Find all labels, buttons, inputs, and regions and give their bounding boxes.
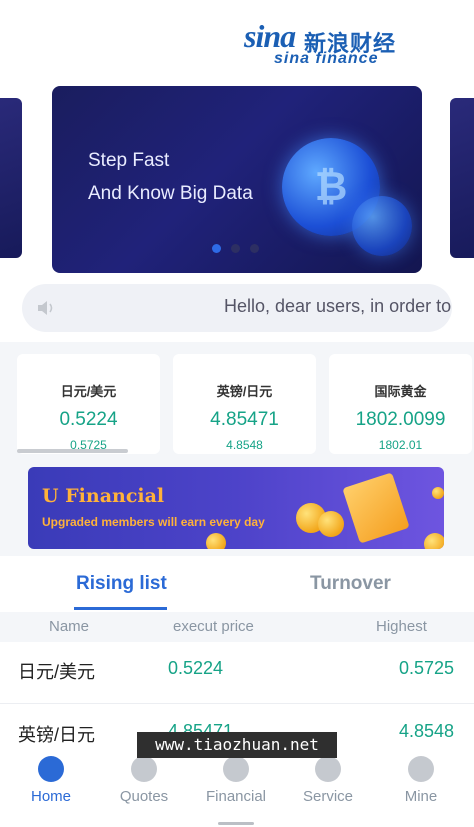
banner-carousel[interactable]: Step Fast And Know Big Data ₿ bbox=[0, 86, 474, 276]
banner-slide[interactable]: Step Fast And Know Big Data ₿ bbox=[52, 86, 422, 273]
nav-label: Quotes bbox=[119, 788, 169, 805]
carousel-dot[interactable] bbox=[250, 244, 259, 253]
nav-label: Service bbox=[302, 788, 354, 805]
tab-turnover[interactable]: Turnover bbox=[310, 573, 391, 595]
carousel-prev-card[interactable] bbox=[0, 98, 22, 258]
table-header: Name execut price Highest bbox=[0, 612, 474, 642]
active-tab-underline bbox=[74, 607, 167, 610]
bitcoin-coin-image-small bbox=[352, 196, 412, 256]
quote-price: 1802.0099 bbox=[355, 409, 446, 430]
speaker-icon bbox=[38, 301, 53, 315]
promo-title: U Financial bbox=[42, 485, 165, 507]
quote-price: 4.85471 bbox=[210, 409, 279, 430]
gold-card-graphic bbox=[342, 472, 410, 544]
row-highest: 4.8548 bbox=[398, 721, 454, 741]
quote-price: 0.5224 bbox=[59, 409, 118, 430]
carousel-dot-active[interactable] bbox=[212, 244, 221, 253]
watermark-overlay: www.tiaozhuan.net bbox=[137, 732, 337, 758]
column-header-price: execut price bbox=[173, 618, 254, 635]
tab-rising-list[interactable]: Rising list bbox=[76, 573, 167, 595]
financial-icon bbox=[223, 756, 249, 782]
promo-subtitle: Upgraded members will earn every day bbox=[42, 515, 265, 529]
home-indicator-bar bbox=[218, 822, 254, 825]
nav-mine[interactable]: Mine bbox=[374, 756, 468, 805]
column-header-highest: Highest bbox=[376, 618, 427, 635]
headset-icon bbox=[315, 756, 341, 782]
nav-financial[interactable]: Financial bbox=[189, 756, 283, 805]
quote-name: 国际黄金 bbox=[374, 384, 427, 399]
quote-card[interactable]: 英镑/日元 4.85471 4.8548 bbox=[173, 354, 316, 454]
trend-icon bbox=[131, 756, 157, 782]
nav-label: Financial bbox=[205, 788, 267, 805]
carousel-next-card[interactable] bbox=[450, 98, 474, 258]
notice-bar[interactable]: Hello, dear users, in order to bbox=[22, 284, 452, 332]
notice-text: Hello, dear users, in order to bbox=[224, 296, 452, 316]
banner-headline-1: Step Fast bbox=[88, 150, 170, 171]
quote-card[interactable]: 日元/美元 0.5224 0.5725 bbox=[17, 354, 160, 454]
gold-coin-graphic bbox=[424, 533, 444, 549]
quote-sub: 4.8548 bbox=[226, 438, 263, 452]
app-header: sina 新浪财经 sina finance bbox=[0, 0, 474, 86]
row-name: 英镑/日元 bbox=[18, 725, 96, 745]
gold-coin-graphic bbox=[206, 533, 226, 549]
carousel-dots bbox=[212, 244, 259, 253]
quote-name: 日元/美元 bbox=[60, 384, 117, 399]
nav-service[interactable]: Service bbox=[281, 756, 375, 805]
sina-finance-logo: sina 新浪财经 sina finance bbox=[244, 18, 406, 68]
quote-name: 英镑/日元 bbox=[216, 384, 273, 399]
nav-quotes[interactable]: Quotes bbox=[97, 756, 191, 805]
quotes-strip[interactable]: 日元/美元 0.5224 0.5725 英镑/日元 4.85471 4.8548… bbox=[0, 342, 474, 460]
user-icon bbox=[408, 756, 434, 782]
row-name: 日元/美元 bbox=[18, 662, 96, 682]
nav-label: Mine bbox=[404, 788, 438, 805]
column-header-name: Name bbox=[49, 618, 90, 635]
nav-home[interactable]: Home bbox=[4, 756, 98, 805]
bottom-navigation: Home Quotes Financial Service Mine bbox=[0, 750, 474, 827]
promo-section: U Financial Upgraded members will earn e… bbox=[0, 460, 474, 556]
logo-english-text: sina finance bbox=[274, 50, 379, 67]
carousel-dot[interactable] bbox=[231, 244, 240, 253]
home-icon bbox=[38, 756, 64, 782]
row-highest: 0.5725 bbox=[398, 658, 454, 678]
horizontal-scroll-indicator bbox=[17, 449, 128, 453]
table-row[interactable]: 日元/美元 0.5224 0.5725 bbox=[0, 642, 474, 704]
gold-coin-graphic bbox=[432, 487, 444, 499]
quote-sub: 1802.01 bbox=[378, 438, 423, 452]
banner-headline-2: And Know Big Data bbox=[88, 183, 253, 204]
quote-card[interactable]: 国际黄金 1802.0099 1802.01 bbox=[329, 354, 472, 454]
promo-banner[interactable]: U Financial Upgraded members will earn e… bbox=[28, 467, 444, 549]
nav-label: Home bbox=[30, 788, 71, 805]
row-price: 0.5224 bbox=[168, 658, 224, 678]
gold-coin-graphic bbox=[318, 511, 344, 537]
list-tabs: Rising list Turnover bbox=[0, 558, 474, 610]
